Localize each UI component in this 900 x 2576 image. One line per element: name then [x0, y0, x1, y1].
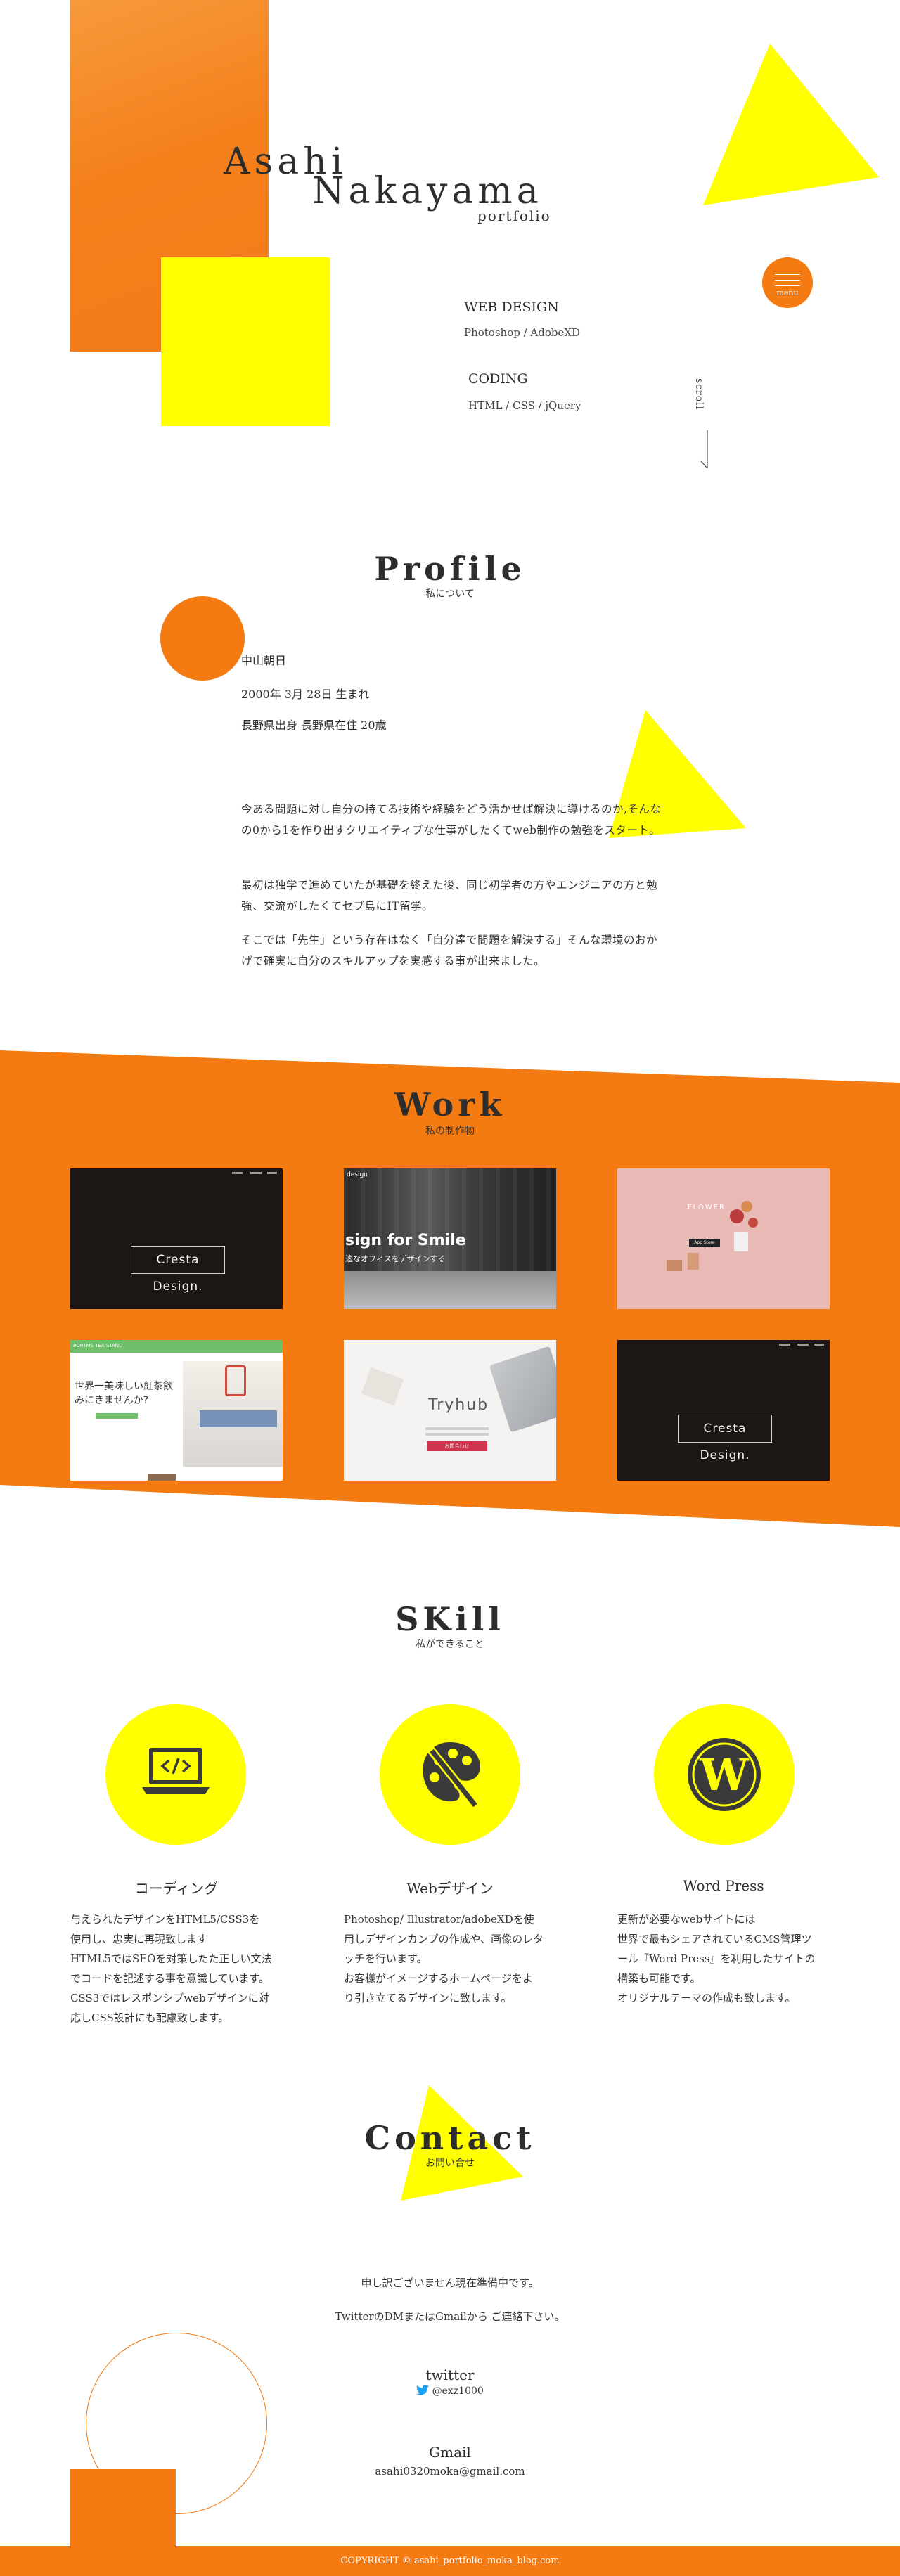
- hero-subtitle: portfolio: [477, 207, 551, 224]
- profile-name: 中山朝日: [241, 654, 287, 667]
- footer-copyright: COPYRIGHT © asahi_portfolio_moka_blog.co…: [0, 2546, 900, 2576]
- hero-yellow-triangle: [703, 44, 879, 205]
- profile-subtitle: 私について: [425, 588, 475, 600]
- hero-last-name: Nakayama: [312, 170, 543, 212]
- work-card-cresta[interactable]: Cresta Design.: [617, 1340, 830, 1481]
- skill-coding-desc: 与えられたデザインをHTML5/CSS3を 使用し、忠実に再現致します HTML…: [70, 1910, 283, 2028]
- skill-title: SKill: [395, 1600, 505, 1638]
- work-card-brand: PORTMS TEA STAND: [73, 1343, 123, 1348]
- profile-title: Profile: [374, 550, 526, 588]
- desc-line: ール『Word Press』を利用したサイトの: [617, 1952, 816, 1965]
- desc-line: ッチを行います。: [344, 1952, 428, 1965]
- desc-line: 使用し、忠実に再現致します: [70, 1933, 208, 1945]
- work-card-tryhub[interactable]: Tryhub お問合わせ: [344, 1340, 556, 1481]
- service-coding-title: CODING: [468, 371, 528, 387]
- desc-line: 与えられたデザインをHTML5/CSS3を: [70, 1913, 260, 1926]
- profile-birth: 2000年 3月 28日 生まれ: [241, 688, 370, 701]
- contact-title: Contact: [364, 2119, 536, 2157]
- skill-wordpress-circle: W: [654, 1704, 795, 1845]
- skill-wordpress-title: Word Press: [683, 1877, 764, 1894]
- menu-button[interactable]: menu: [762, 257, 813, 308]
- scroll-label[interactable]: scroll: [693, 378, 705, 410]
- skill-webdesign-circle: [380, 1704, 520, 1845]
- desc-line: CSS3ではレスポンシブwebデザインに対: [70, 1992, 269, 2004]
- desc-line: 更新が必要なwebサイトには: [617, 1913, 756, 1926]
- desc-line: Photoshop/ Illustrator/adobeXDを使: [344, 1913, 534, 1926]
- desc-line: お客様がイメージするホームページをよ: [344, 1972, 533, 1985]
- work-subtitle: 私の制作物: [425, 1126, 475, 1137]
- work-card-navbar: [617, 1340, 830, 1351]
- menu-bar-icon: [775, 274, 800, 275]
- skill-coding-circle: [105, 1704, 246, 1845]
- skill-webdesign-desc: Photoshop/ Illustrator/adobeXDを使 用しデザインカ…: [344, 1910, 556, 2008]
- flower-icon: [730, 1209, 744, 1223]
- desc-line: でコードを記述する事を意識しています。: [70, 1972, 270, 1985]
- work-card-cresta[interactable]: Cresta Design.: [70, 1168, 283, 1309]
- contact-note: TwitterのDMまたはGmailから ご連絡下さい。: [335, 2310, 565, 2323]
- work-card-label: Tryhub: [428, 1396, 489, 1414]
- work-card-flower[interactable]: FLOWER App Store: [617, 1168, 830, 1309]
- desc-line: り引き立てるデザインに致します。: [344, 1992, 512, 2004]
- profile-orange-circle: [160, 596, 245, 681]
- service-coding-tools: HTML / CSS / jQuery: [468, 399, 581, 412]
- work-card-label: Cresta Design.: [131, 1246, 225, 1294]
- work-card-tea[interactable]: PORTMS TEA STAND 世界一美味しい紅茶飲みにきませんか?: [70, 1340, 283, 1481]
- profile-paragraph: そこでは「先生」という存在はなく「自分達で問題を解決する」そんな環境のおかげで確…: [241, 934, 658, 967]
- wordpress-icon: W: [688, 1738, 761, 1811]
- service-web-design-title: WEB DESIGN: [464, 300, 559, 315]
- contact-orange-square: [70, 2469, 176, 2546]
- skill-wordpress-desc: 更新が必要なwebサイトには 世界で最もシェアされているCMS管理ツ ール『Wo…: [617, 1910, 830, 2008]
- menu-label: menu: [776, 288, 799, 297]
- contact-note: 申し訳ございません現在準備中です。: [361, 2276, 539, 2289]
- work-card-label: Cresta Design.: [678, 1415, 772, 1462]
- work-card-brand: design: [347, 1171, 368, 1178]
- desc-line: 世界で最もシェアされているCMS管理ツ: [617, 1933, 812, 1945]
- work-card-sub: お問合わせ: [427, 1441, 487, 1451]
- desc-line: 用しデザインカンプの作成や、画像のレタ: [344, 1933, 544, 1945]
- palette-brush-icon: [423, 1742, 480, 1810]
- work-card-label: 世界一美味しい紅茶飲みにきませんか?: [75, 1381, 173, 1406]
- profile-paragraph: 今ある問題に対し自分の持てる技術や経験をどう活かせば解決に導けるのか,そんなの0…: [241, 803, 662, 837]
- hero-yellow-square: [161, 257, 330, 426]
- menu-bar-icon: [775, 285, 800, 286]
- skill-webdesign-title: Webデザイン: [406, 1880, 494, 1897]
- vase-icon: [734, 1232, 748, 1251]
- laptop-photo: [489, 1346, 556, 1433]
- menu-bar-icon: [775, 280, 800, 281]
- twitter-handle: @exz1000: [432, 2385, 484, 2397]
- work-title: Work: [394, 1086, 506, 1123]
- work-card-label: FLOWER: [688, 1204, 726, 1211]
- work-card-navbar: [70, 1168, 283, 1180]
- desc-line: HTML5ではSEOを対策したた正しい文法: [70, 1952, 272, 1965]
- work-card-design-smile[interactable]: design sign for Smile 適なオフィスをデザインする: [344, 1168, 556, 1309]
- desc-line: オリジナルテーマの作成も致します。: [617, 1992, 796, 2004]
- skill-coding-title: コーディング: [134, 1880, 219, 1897]
- work-card-sub: 適なオフィスをデザインする: [345, 1254, 446, 1263]
- laptop-code-icon: [142, 1748, 210, 1794]
- desc-line: 応しCSS設計にも配慮致します。: [70, 2011, 229, 2024]
- twitter-bird-icon: [416, 2385, 430, 2395]
- service-web-design-tools: Photoshop / AdobeXD: [464, 326, 581, 339]
- work-card-sub: App Store: [689, 1239, 720, 1247]
- skill-subtitle: 私ができること: [416, 1639, 484, 1650]
- svg-text:W: W: [699, 1749, 750, 1801]
- desc-line: 構築も可能です。: [617, 1972, 701, 1985]
- work-card-floor: [344, 1271, 556, 1309]
- profile-origin: 長野県出身 長野県在住 20歳: [241, 719, 387, 732]
- contact-subtitle: お問い合せ: [425, 2158, 475, 2169]
- scroll-arrow-icon: [700, 430, 708, 468]
- work-card-label: sign for Smile: [345, 1232, 466, 1249]
- profile-paragraph: 最初は独学で進めていたが基礎を終えた後、同じ初学者の方やエンジニアの方と勉強、交…: [241, 879, 658, 913]
